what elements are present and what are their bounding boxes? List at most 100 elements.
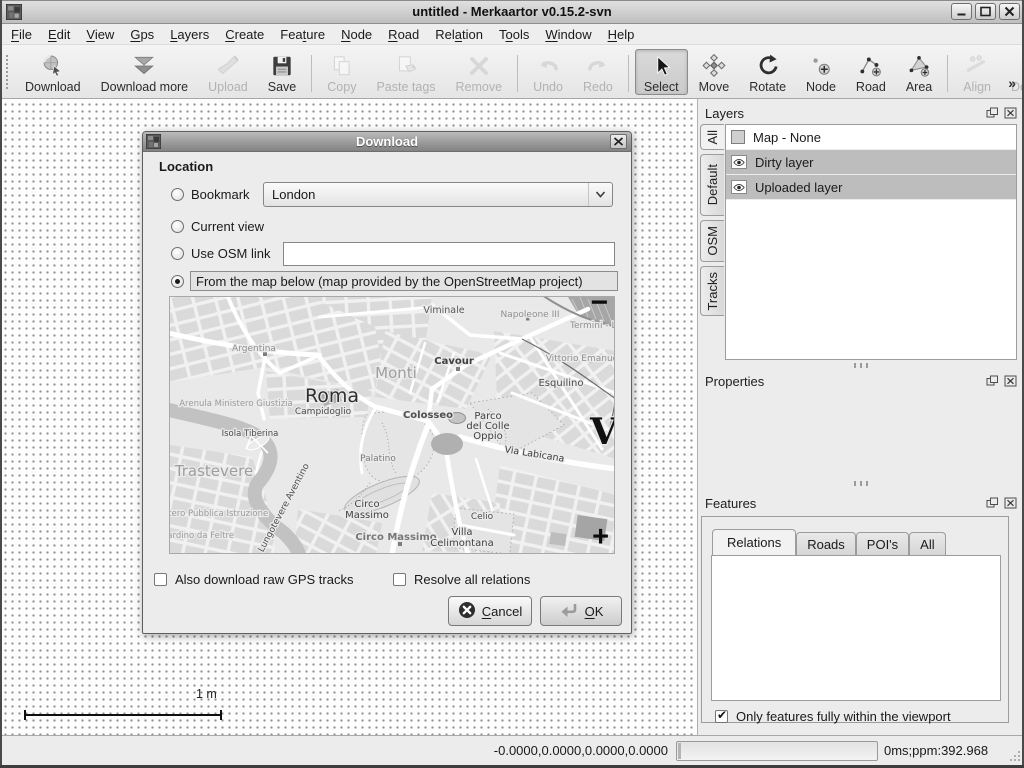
menu-gps[interactable]: Gps bbox=[123, 25, 161, 44]
layer-row-uploaded-layer[interactable]: Uploaded layer bbox=[726, 175, 1016, 200]
toolbar-overflow-button[interactable]: » bbox=[1008, 75, 1016, 91]
save-icon bbox=[269, 52, 295, 79]
toolbar-handle[interactable] bbox=[6, 55, 8, 89]
toolbar-button-select[interactable]: Select bbox=[635, 49, 688, 95]
toolbar-button-label: Copy bbox=[327, 80, 356, 94]
bookmark-radio[interactable] bbox=[171, 188, 184, 201]
layer-tab-osm[interactable]: OSM bbox=[700, 220, 724, 262]
titlebar[interactable]: untitled - Merkaartor v0.15.2-svn bbox=[0, 0, 1024, 24]
map-label: Napoleone III bbox=[500, 310, 559, 320]
layer-row-map-none[interactable]: Map - None bbox=[726, 125, 1016, 150]
menu-create[interactable]: Create bbox=[218, 25, 271, 44]
maximize-button[interactable] bbox=[975, 3, 996, 20]
map-label: Roma bbox=[305, 385, 359, 407]
resize-grip[interactable] bbox=[1009, 750, 1021, 762]
menu-view[interactable]: View bbox=[79, 25, 121, 44]
menu-edit[interactable]: Edit bbox=[41, 25, 77, 44]
menu-road[interactable]: Road bbox=[381, 25, 426, 44]
viewport-filter-label: Only features fully within the viewport bbox=[736, 709, 951, 724]
layer-tab-all[interactable]: All bbox=[700, 124, 724, 150]
toolbar-button-copy: Copy bbox=[318, 49, 365, 95]
menu-feature[interactable]: Feature bbox=[273, 25, 332, 44]
scale-bar-tick bbox=[220, 710, 222, 720]
panel-splitter[interactable] bbox=[698, 362, 1024, 369]
panel-splitter[interactable] bbox=[698, 480, 1024, 487]
layer-tab-label: All bbox=[705, 130, 720, 144]
osm-link-radio[interactable] bbox=[171, 247, 184, 260]
toolbar-button-move[interactable]: Move bbox=[690, 49, 739, 95]
bookmark-radio-label: Bookmark bbox=[191, 187, 250, 202]
menu-layers[interactable]: Layers bbox=[163, 25, 216, 44]
select-icon bbox=[648, 52, 674, 79]
menu-file[interactable]: File bbox=[4, 25, 39, 44]
current-view-radio[interactable] bbox=[171, 220, 184, 233]
float-icon[interactable] bbox=[986, 497, 999, 509]
scale-bar bbox=[25, 714, 222, 716]
minimize-button[interactable] bbox=[951, 3, 972, 20]
gps-tracks-checkbox[interactable] bbox=[154, 573, 167, 586]
bookmark-combobox[interactable]: London bbox=[263, 182, 613, 207]
close-icon[interactable] bbox=[1004, 107, 1017, 119]
map-label: Celio bbox=[471, 512, 494, 522]
float-icon[interactable] bbox=[986, 107, 999, 119]
map-label: Villa bbox=[451, 527, 472, 538]
resolve-relations-checkbox-label: Resolve all relations bbox=[414, 572, 530, 587]
menu-window[interactable]: Window bbox=[538, 25, 598, 44]
dialog-titlebar[interactable]: Download bbox=[143, 132, 631, 152]
features-tab-roads[interactable]: Roads bbox=[796, 532, 856, 555]
from-map-radio-frame[interactable]: From the map below (map provided by the … bbox=[190, 271, 618, 291]
gps-tracks-checkbox-label: Also download raw GPS tracks bbox=[175, 572, 353, 587]
toolbar-button-download[interactable]: Download bbox=[16, 49, 90, 95]
map-label: Termini - La bbox=[569, 321, 615, 331]
osm-link-input[interactable] bbox=[283, 242, 615, 266]
float-icon[interactable] bbox=[986, 375, 999, 387]
layers-panel-header: Layers bbox=[705, 104, 1017, 122]
current-view-radio-label: Current view bbox=[191, 219, 264, 234]
map-label: nardino da Feltre bbox=[170, 531, 234, 541]
features-frame: RelationsRoadsPOI'sAll Only features ful… bbox=[701, 516, 1009, 723]
menu-help[interactable]: Help bbox=[601, 25, 642, 44]
dialog-close-button[interactable] bbox=[610, 134, 627, 149]
menu-relation[interactable]: Relation bbox=[428, 25, 490, 44]
layer-tab-tracks[interactable]: Tracks bbox=[700, 266, 724, 316]
map-label: Arenula Ministero Giustizia bbox=[179, 399, 293, 409]
features-tab-relations[interactable]: Relations bbox=[712, 529, 796, 555]
properties-panel-title: Properties bbox=[705, 374, 764, 389]
map-label: V bbox=[589, 411, 615, 453]
dialog-map[interactable]: ViminaleNapoleone IIITermini - LaArgenti… bbox=[169, 296, 615, 554]
toolbar-button-road[interactable]: Road bbox=[847, 49, 895, 95]
toolbar-button-download-more[interactable]: Download more bbox=[92, 49, 198, 95]
features-tab-all[interactable]: All bbox=[909, 532, 945, 555]
resolve-relations-checkbox[interactable] bbox=[393, 573, 406, 586]
toolbar-button-rotate[interactable]: Rotate bbox=[740, 49, 795, 95]
map-label: stero Pubblica Istruzione bbox=[170, 509, 268, 519]
close-icon[interactable] bbox=[1004, 375, 1017, 387]
eye-icon[interactable] bbox=[731, 180, 747, 194]
menu-tools[interactable]: Tools bbox=[492, 25, 536, 44]
eye-icon[interactable] bbox=[731, 155, 747, 169]
features-list[interactable] bbox=[711, 555, 1001, 701]
map-label: Colosseo bbox=[403, 410, 453, 421]
map-zoom-in-button[interactable]: + bbox=[592, 523, 609, 552]
toolbar-button-area[interactable]: Area bbox=[897, 49, 941, 95]
ok-button[interactable]: OK bbox=[540, 596, 622, 626]
close-button[interactable] bbox=[999, 3, 1020, 20]
layer-tab-label: Tracks bbox=[705, 272, 720, 311]
toolbar: DownloadDownload moreUploadSaveCopyPaste… bbox=[0, 45, 1024, 99]
menu-node[interactable]: Node bbox=[334, 25, 379, 44]
area-icon bbox=[906, 52, 932, 79]
from-map-radio[interactable] bbox=[171, 275, 184, 288]
close-icon[interactable] bbox=[1004, 497, 1017, 509]
toolbar-button-node[interactable]: Node bbox=[797, 49, 845, 95]
map-zoom-out-button[interactable]: − bbox=[590, 296, 608, 318]
viewport-filter-checkbox[interactable] bbox=[715, 710, 728, 723]
toolbar-button-remove: Remove bbox=[447, 49, 512, 95]
toolbar-button-paste-tags: Paste tags bbox=[367, 49, 444, 95]
cancel-button-label: Cancel bbox=[482, 604, 522, 619]
toolbar-button-align: Align bbox=[954, 49, 1000, 95]
cancel-button[interactable]: Cancel bbox=[448, 596, 532, 626]
features-tab-pois[interactable]: POI's bbox=[856, 532, 909, 555]
toolbar-button-save[interactable]: Save bbox=[259, 49, 306, 95]
layer-row-dirty-layer[interactable]: Dirty layer bbox=[726, 150, 1016, 175]
layer-tab-default[interactable]: Default bbox=[700, 154, 724, 216]
